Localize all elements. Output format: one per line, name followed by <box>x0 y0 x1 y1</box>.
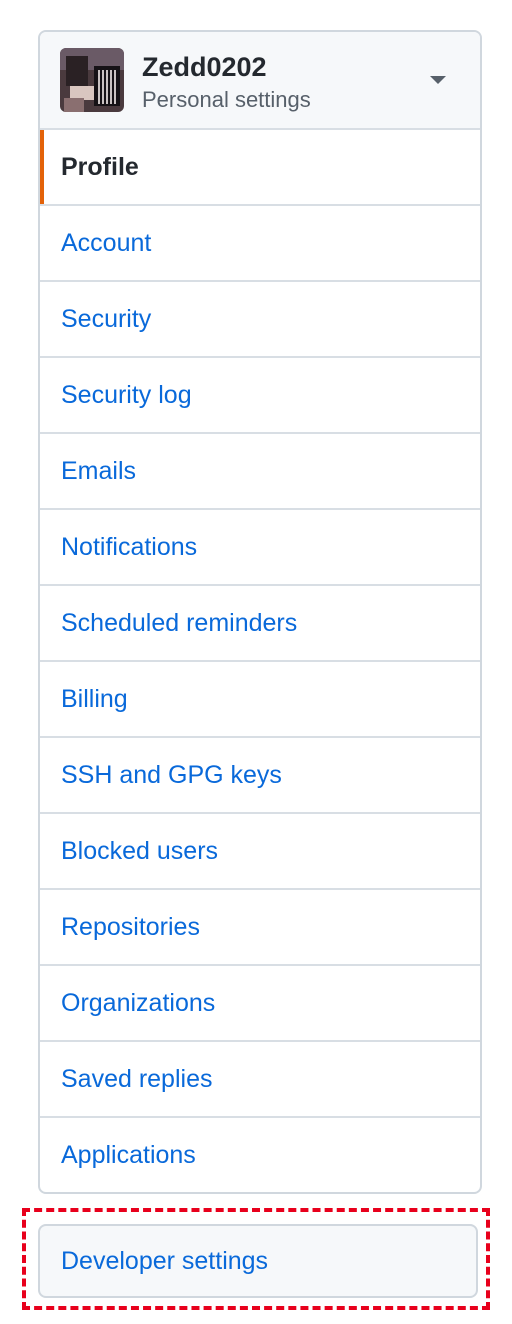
caret-down-icon[interactable] <box>430 76 446 84</box>
nav-item-label: Notifications <box>61 532 198 561</box>
nav-item-label: SSH and GPG keys <box>61 760 282 789</box>
nav-item-label: Profile <box>61 152 139 181</box>
nav-item-label: Applications <box>61 1140 196 1169</box>
nav-item-security-log[interactable]: Security log <box>40 358 480 434</box>
nav-item-blocked-users[interactable]: Blocked users <box>40 814 480 890</box>
nav-item-billing[interactable]: Billing <box>40 662 480 738</box>
nav-item-developer-settings[interactable]: Developer settings <box>38 1224 478 1298</box>
nav-item-emails[interactable]: Emails <box>40 434 480 510</box>
nav-item-organizations[interactable]: Organizations <box>40 966 480 1042</box>
settings-subtitle: Personal settings <box>142 87 311 112</box>
avatar <box>60 48 124 112</box>
account-switcher[interactable]: Zedd0202 Personal settings <box>40 32 480 130</box>
nav-item-applications[interactable]: Applications <box>40 1118 480 1192</box>
nav-item-label: Blocked users <box>61 836 219 865</box>
nav-item-label: Saved replies <box>61 1064 213 1093</box>
nav-item-label: Organizations <box>61 988 216 1017</box>
nav-item-label: Developer settings <box>61 1246 269 1275</box>
settings-menu: Zedd0202 Personal settings Profile Accou… <box>38 30 482 1194</box>
nav-item-label: Emails <box>61 456 137 485</box>
nav-item-security[interactable]: Security <box>40 282 480 358</box>
nav-item-saved-replies[interactable]: Saved replies <box>40 1042 480 1118</box>
nav-item-label: Scheduled reminders <box>61 608 298 637</box>
username: Zedd0202 <box>142 52 267 82</box>
nav-item-label: Account <box>61 228 152 257</box>
nav-item-label: Repositories <box>61 912 200 941</box>
nav-item-profile[interactable]: Profile <box>40 130 480 206</box>
avatar-image <box>60 48 124 112</box>
nav-item-notifications[interactable]: Notifications <box>40 510 480 586</box>
nav-item-label: Security log <box>61 380 192 409</box>
nav-item-account[interactable]: Account <box>40 206 480 282</box>
nav-item-label: Security <box>61 304 152 333</box>
nav-item-label: Billing <box>61 684 128 713</box>
nav-item-repositories[interactable]: Repositories <box>40 890 480 966</box>
nav-item-ssh-gpg-keys[interactable]: SSH and GPG keys <box>40 738 480 814</box>
nav-item-scheduled-reminders[interactable]: Scheduled reminders <box>40 586 480 662</box>
